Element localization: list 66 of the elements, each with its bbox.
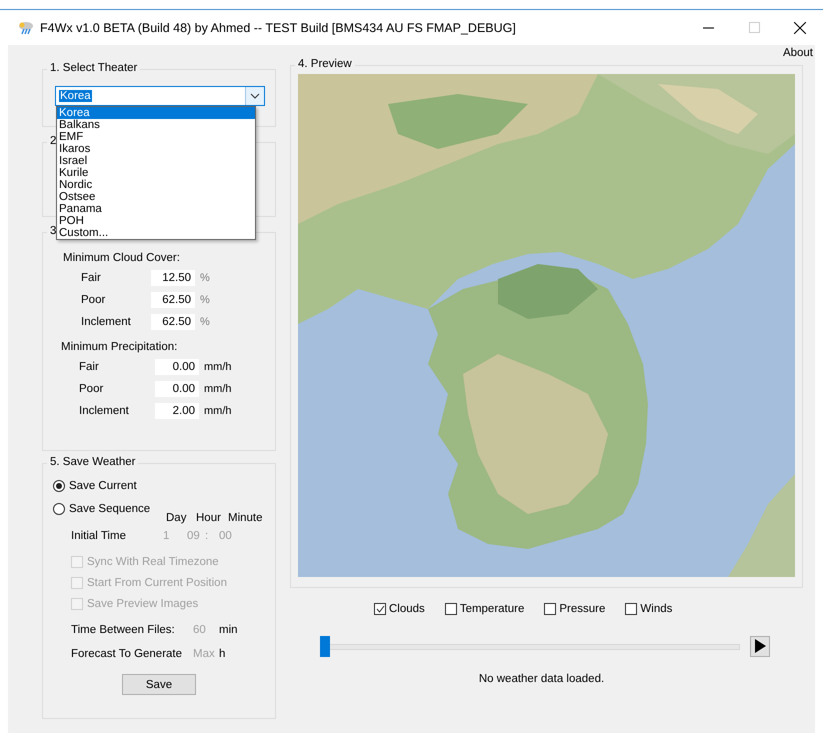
group-title: 4. Preview (295, 58, 355, 70)
radio-button[interactable] (53, 480, 65, 492)
theater-option[interactable]: POH (57, 215, 255, 227)
checkbox-label[interactable]: Winds (640, 603, 672, 615)
field-label: Fair (81, 272, 102, 284)
unit-label: % (200, 272, 211, 284)
section-label: Minimum Precipitation: (61, 341, 178, 355)
status-text: No weather data loaded. (478, 673, 604, 685)
radio-label[interactable]: Save Current (69, 480, 137, 492)
unit-label: mm/h (204, 361, 232, 373)
timeline-slider[interactable] (320, 636, 740, 656)
checkbox[interactable] (625, 603, 638, 615)
theater-option[interactable]: Panama (57, 203, 255, 215)
checkbox-label[interactable]: Pressure (559, 603, 606, 615)
value-field[interactable]: 62.50 (151, 292, 195, 308)
unit-label: mm/h (204, 383, 232, 395)
theater-option[interactable]: Balkans (57, 119, 255, 131)
theater-option[interactable]: Nordic (57, 179, 255, 191)
value-field[interactable]: 2.00 (155, 403, 199, 419)
about-menu[interactable]: About (782, 47, 813, 61)
theater-option[interactable]: Kurile (57, 167, 255, 179)
unit-label: mm/h (204, 405, 232, 417)
value-field[interactable]: 0.00 (155, 381, 199, 397)
field-label: Poor (79, 383, 104, 395)
theater-option[interactable]: Korea (57, 107, 255, 119)
theater-combo[interactable]: Korea (55, 86, 265, 106)
checkbox-label[interactable]: Temperature (460, 603, 524, 615)
unit-label: % (200, 294, 211, 306)
theater-option[interactable]: Israel (57, 155, 255, 167)
unit-label: % (200, 316, 211, 328)
checkbox[interactable] (374, 603, 386, 615)
radio-button[interactable] (53, 502, 65, 514)
unit-label: h (219, 648, 226, 660)
checkbox-label[interactable]: Clouds (389, 603, 425, 615)
chevron-icon (250, 93, 260, 99)
save-button[interactable]: Save (122, 674, 196, 695)
value-field[interactable]: 62.50 (151, 314, 195, 330)
field-label: Forecast To Generate (71, 648, 184, 660)
field-label: Fair (79, 361, 100, 373)
column-header: Hour (196, 512, 222, 526)
play-button[interactable] (750, 636, 770, 656)
radio-label[interactable]: Save Sequence (69, 502, 150, 514)
theater-option[interactable]: Ostsee (57, 191, 255, 203)
unit-label: min (219, 624, 239, 636)
app-icon (18, 20, 34, 34)
section-label: Minimum Cloud Cover: (63, 252, 181, 266)
field-label: Time Between Files: (71, 624, 176, 636)
checkbox[interactable] (544, 603, 556, 615)
column-header: Minute (228, 512, 264, 526)
value-field[interactable]: 0.00 (155, 359, 199, 375)
value-field[interactable]: 12.50 (151, 270, 195, 286)
group-title: 5. Save Weather (47, 456, 138, 468)
theater-option[interactable]: Custom... (57, 227, 255, 239)
slider-thumb[interactable] (320, 636, 330, 656)
field-label: Inclement (81, 316, 132, 328)
checkbox[interactable] (444, 603, 457, 615)
theater-option[interactable]: Ikaros (57, 143, 255, 155)
column-header: Day (166, 512, 188, 526)
field-label: Poor (81, 294, 106, 306)
time-separator: : (205, 530, 210, 542)
window-title: F4Wx v1.0 BETA (Build 48) by Ahmed -- TEST Build [BMS434 AU FS FMAP_DEBUG] (40, 20, 517, 34)
group-title: 1. Select Theater (47, 62, 140, 74)
field-label: Initial Time (71, 530, 127, 542)
play-icon (754, 639, 766, 653)
field-label: Inclement (79, 405, 130, 417)
theater-option[interactable]: EMF (57, 131, 255, 143)
